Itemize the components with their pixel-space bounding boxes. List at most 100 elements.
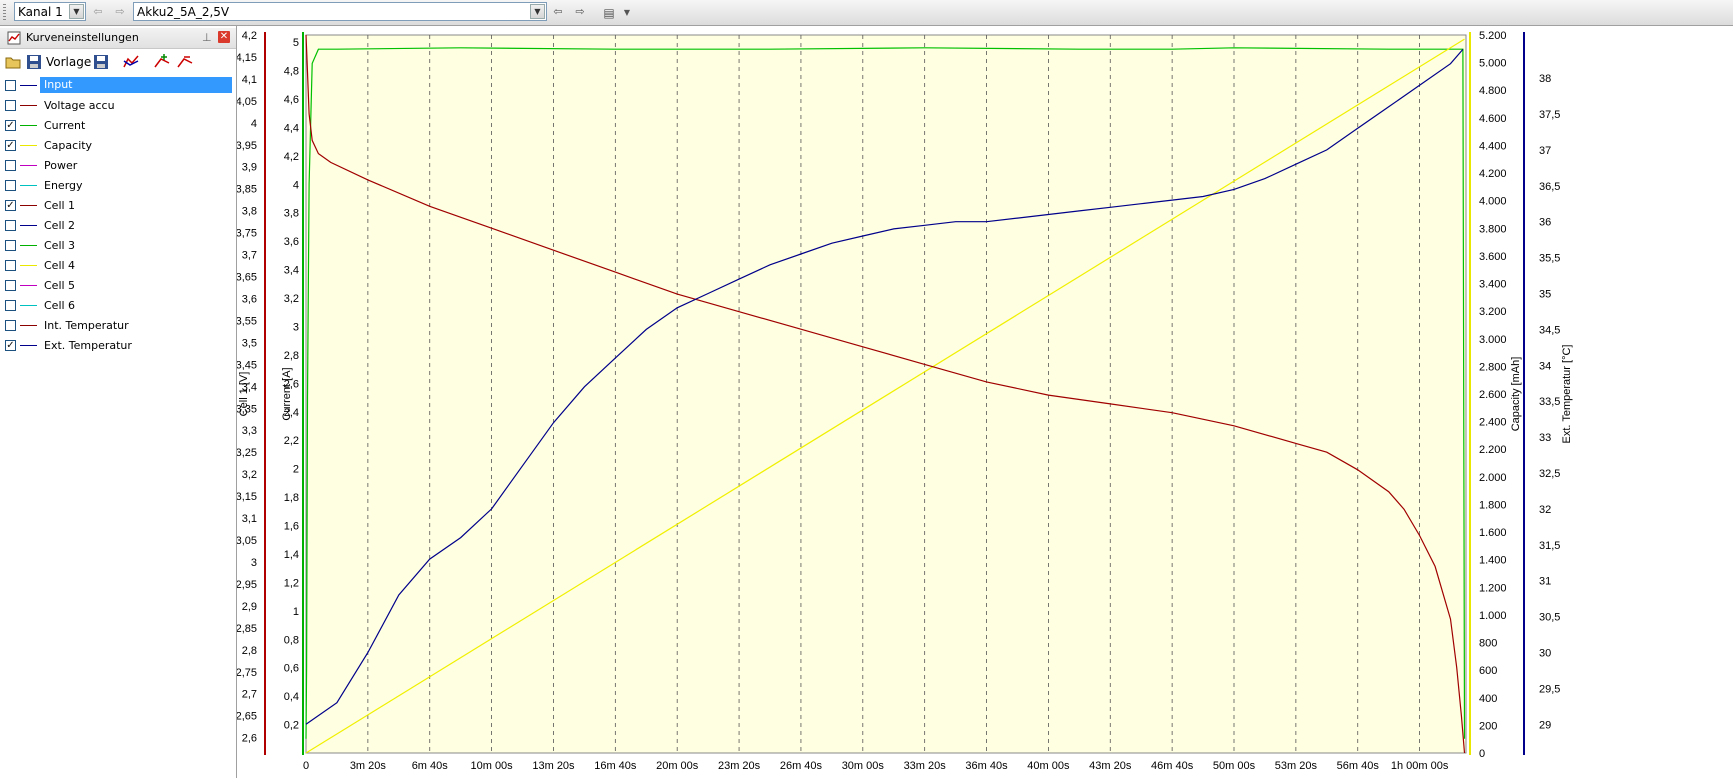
curve-item[interactable]: ✓ Current [0,116,236,136]
curve-checkbox[interactable] [5,220,16,231]
curve-checkbox[interactable] [5,160,16,171]
y-tick-label: 4,2 [284,151,299,163]
open-folder-icon[interactable] [4,53,22,71]
y-tick-label: 3,15 [237,491,257,503]
curve-item[interactable]: Input [0,76,236,96]
arrow-left-icon[interactable]: ⇦ [90,4,106,20]
y-tick-label: 2,9 [242,601,257,613]
curve-checkbox[interactable] [5,300,16,311]
curve-item[interactable]: Cell 4 [0,256,236,276]
curve-checkbox[interactable]: ✓ [5,140,16,151]
x-tick-label: 40m 00s [1027,760,1070,772]
toolbar-grip[interactable] [3,4,6,21]
chevron-down-icon[interactable]: ▼ [622,3,632,23]
arrow-right-icon[interactable]: ⇨ [572,4,588,20]
y-tick-label: 2.600 [1479,389,1507,401]
chevron-down-icon[interactable]: ▼ [69,4,84,19]
curve-settings-icon [7,31,21,45]
x-tick-label: 56m 40s [1337,760,1380,772]
y-tick-label: 3.000 [1479,334,1507,346]
curve-label: Input [40,77,232,93]
curve-checkbox[interactable] [5,320,16,331]
curve-checkbox[interactable] [5,240,16,251]
y-tick-label: 0,8 [284,634,299,646]
y-tick-label: 3,65 [237,272,257,284]
y-tick-label: 32 [1539,504,1551,516]
curve-color-swatch [20,245,37,246]
y-tick-label: 5 [293,37,299,49]
curve-checkbox[interactable] [5,260,16,271]
curve-checkbox[interactable]: ✓ [5,200,16,211]
y-tick-label: 3,1 [242,513,257,525]
x-tick-label: 26m 40s [780,760,823,772]
curve-item[interactable]: Voltage accu [0,96,236,116]
curve-label: Cell 4 [44,259,76,272]
x-tick-label: 53m 20s [1275,760,1318,772]
x-tick-label: 46m 40s [1151,760,1194,772]
y-tick-label: 36 [1539,217,1551,229]
template-label: Vorlage [46,55,92,69]
line-chart[interactable]: 0 3m 20s 6m 40s 10m 00s 13m 20s 16m 40s 20m 00… [236,26,1733,778]
curve-item[interactable]: ✓ Ext. Temperatur [0,336,236,356]
curve-item[interactable]: Int. Temperatur [0,316,236,336]
curve-checkbox[interactable] [5,80,16,91]
y-tick-label: 30 [1539,647,1551,659]
curves-icon[interactable] [122,53,140,71]
remove-curve-icon[interactable] [176,53,194,71]
curve-item[interactable]: Power [0,156,236,176]
curve-item[interactable]: Cell 3 [0,236,236,256]
y-axis-title: Ext. Temperatur [°C] [1561,345,1573,444]
add-curve-icon[interactable] [153,53,171,71]
y-tick-label: 1,4 [284,549,299,561]
curve-color-swatch [20,305,37,306]
panel-toolbar: Vorlage [0,50,236,74]
y-tick-label: 1 [293,606,299,618]
curve-label: Cell 1 [44,199,76,212]
curve-label: Energy [44,179,83,192]
curve-label: Power [44,159,78,172]
y-tick-label: 2,2 [284,435,299,447]
y-tick-label: 3,4 [284,265,299,277]
profile-select[interactable]: Akku2_5A_2,5V ▼ [133,2,547,21]
curve-item[interactable]: Energy [0,176,236,196]
y-tick-label: 1,2 [284,577,299,589]
curve-item[interactable]: Cell 6 [0,296,236,316]
chevron-down-icon[interactable]: ▼ [530,4,545,19]
y-tick-label: 3 [251,557,257,569]
curve-checkbox[interactable]: ✓ [5,340,16,351]
curve-item[interactable]: ✓ Cell 1 [0,196,236,216]
y-tick-label: 3,9 [242,162,257,174]
curve-item[interactable]: ✓ Capacity [0,136,236,156]
curve-item[interactable]: Cell 5 [0,276,236,296]
clipboard-icon[interactable]: ▤ [599,3,619,23]
curve-checkbox[interactable] [5,180,16,191]
y-tick-label: 4,15 [237,52,257,64]
x-tick-label: 0 [303,760,309,772]
curve-checkbox[interactable]: ✓ [5,120,16,131]
curve-checkbox[interactable] [5,280,16,291]
arrow-left-icon[interactable]: ⇦ [550,4,566,20]
y-tick-label: 3,6 [242,293,257,305]
y-tick-label: 2,75 [237,667,257,679]
curve-checkbox[interactable] [5,100,16,111]
arrow-right-icon[interactable]: ⇨ [112,4,128,20]
x-tick-label: 13m 20s [532,760,575,772]
y-tick-label: 33,5 [1539,396,1560,408]
curve-list: Input Voltage accu ✓ Current ✓ Capacity Power E… [0,76,236,356]
y-axis-title: Cell 1 [V] [238,372,250,417]
curve-color-swatch [20,85,37,86]
y-tick-label: 0,4 [284,691,299,703]
close-icon[interactable]: ✕ [218,31,230,43]
x-tick-label: 43m 20s [1089,760,1132,772]
save-icon[interactable] [25,53,43,71]
curve-item[interactable]: Cell 2 [0,216,236,236]
y-tick-label: 29,5 [1539,683,1560,695]
channel-select[interactable]: Kanal 1 ▼ [14,2,86,21]
curve-label: Cell 3 [44,239,76,252]
y-tick-label: 2,6 [242,733,257,745]
y-tick-label: 3.600 [1479,251,1507,263]
save-template-icon[interactable] [92,53,110,71]
pin-icon[interactable]: ⊥ [202,31,212,44]
curve-color-swatch [20,165,37,166]
curve-label: Cell 2 [44,219,76,232]
